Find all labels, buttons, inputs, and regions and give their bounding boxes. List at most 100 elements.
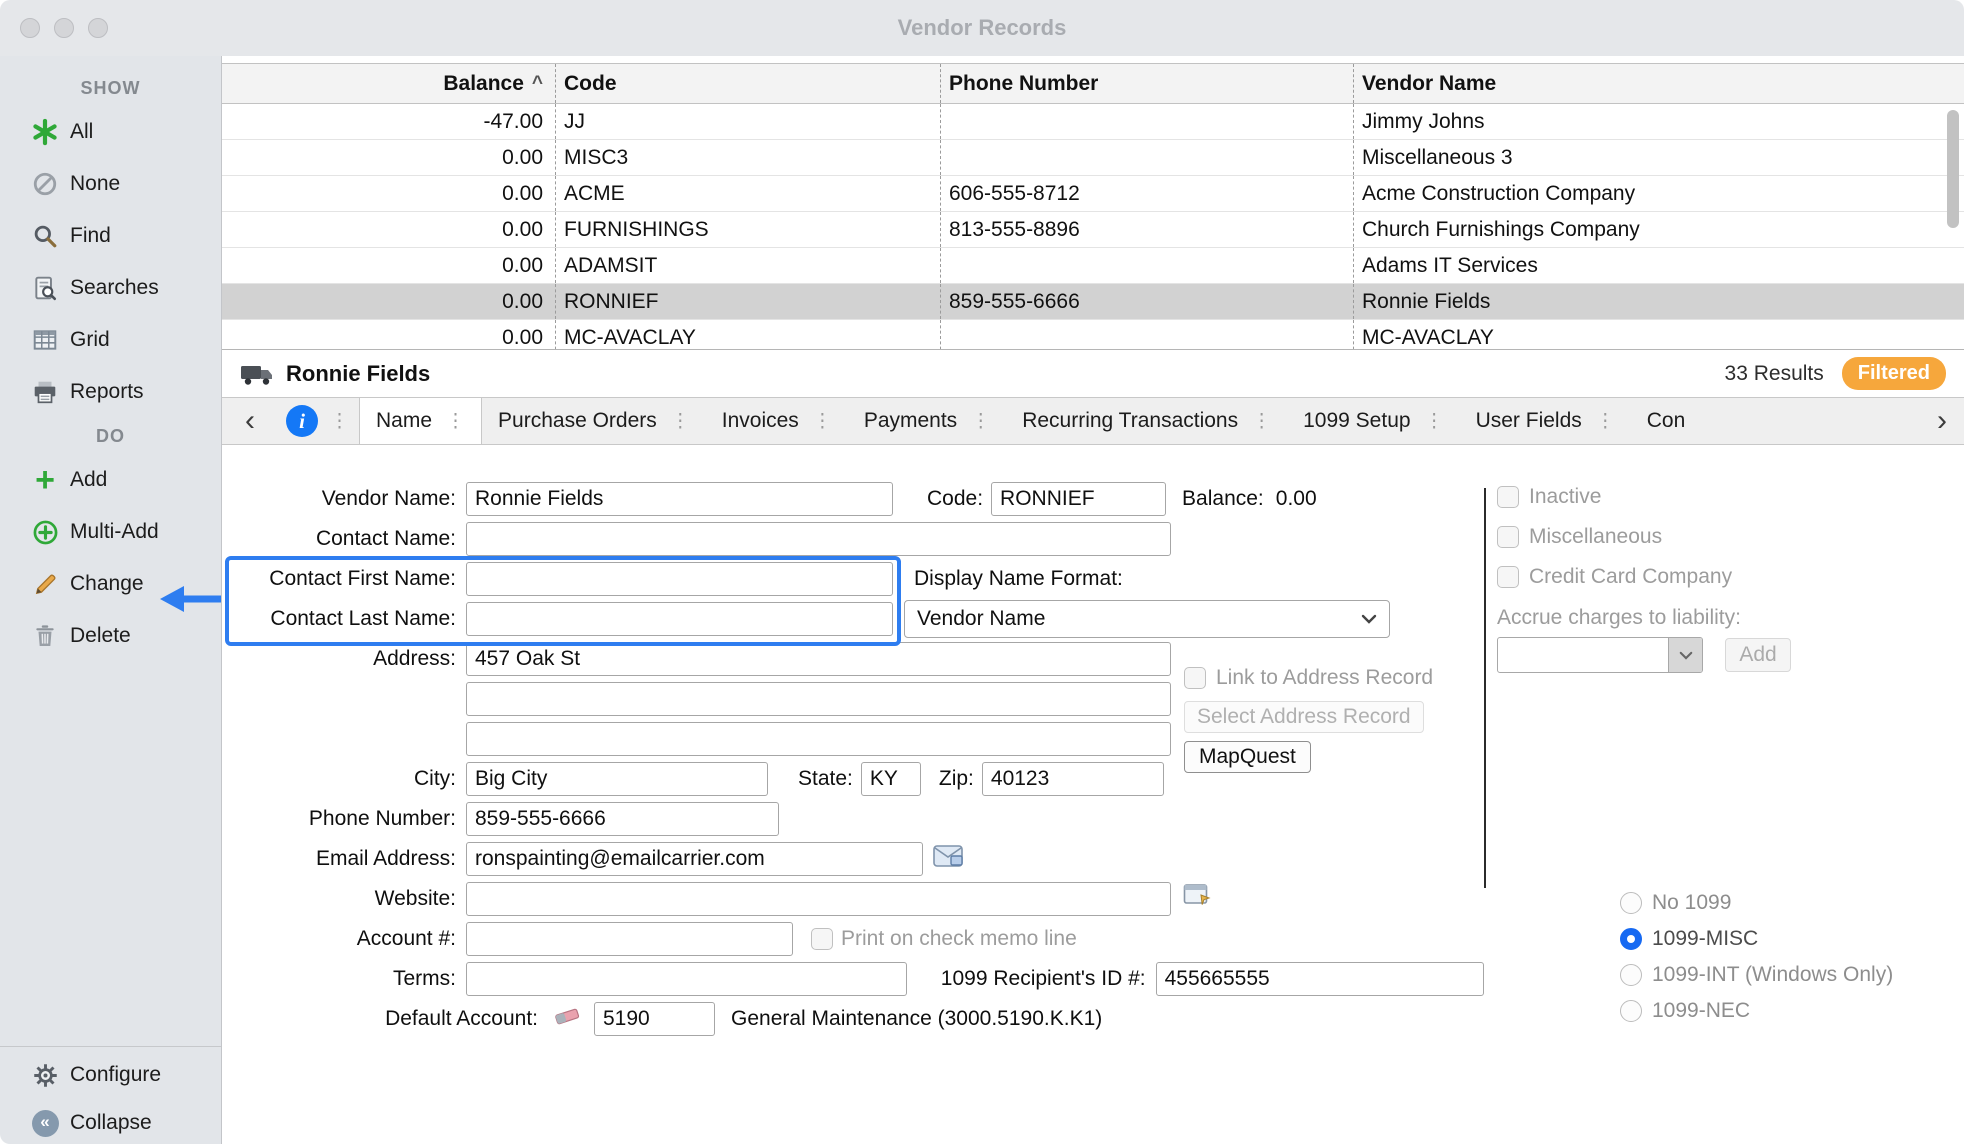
form-1099-options: No 1099 1099-MISC 1099-INT (Windows Only…: [1620, 885, 1893, 1029]
city-input[interactable]: [466, 762, 768, 796]
account-number-input[interactable]: [466, 922, 793, 956]
pencil-icon: [28, 568, 62, 600]
credit-card-company-checkbox[interactable]: [1497, 566, 1519, 588]
sidebar-item-label: Multi-Add: [70, 520, 159, 544]
tab-user-fields[interactable]: User Fields ⋮: [1460, 398, 1631, 444]
tab-label: Payments: [864, 409, 957, 433]
tab-info[interactable]: i ⋮: [272, 398, 359, 444]
no-1099-radio[interactable]: [1620, 892, 1642, 914]
default-account-input[interactable]: [594, 1002, 715, 1036]
open-website-icon[interactable]: [1183, 883, 1213, 915]
mapquest-button[interactable]: MapQuest: [1184, 741, 1311, 773]
column-header-label: Code: [564, 72, 617, 96]
recipient-id-input[interactable]: [1156, 962, 1484, 996]
account-row: Account #: Print on check memo line: [222, 919, 1484, 959]
filtered-badge: Filtered: [1842, 357, 1946, 390]
tab-1099-setup[interactable]: 1099 Setup ⋮: [1287, 398, 1459, 444]
vendor-form: Vendor Name: Code: Balance: 0.00 Contact…: [222, 445, 1964, 1144]
cell-phone: [940, 320, 1353, 349]
table-row[interactable]: -47.00 JJ Jimmy Johns: [222, 104, 1964, 140]
tab-name[interactable]: Name ⋮: [359, 398, 482, 444]
table-row[interactable]: 0.00 MC-AVACLAY MC-AVACLAY: [222, 320, 1964, 349]
contact-last-name-row: Contact Last Name: Vendor Name: [222, 599, 1484, 639]
column-header-vendor[interactable]: Vendor Name: [1353, 64, 1964, 103]
tab-label: Recurring Transactions: [1022, 409, 1238, 433]
print-memo-checkbox[interactable]: [811, 928, 833, 950]
sidebar-item-label: All: [70, 120, 93, 144]
code-input[interactable]: [991, 482, 1166, 516]
zip-input[interactable]: [982, 762, 1164, 796]
website-row: Website:: [222, 879, 1484, 919]
1099-nec-radio[interactable]: [1620, 1000, 1642, 1022]
sidebar-item-multi-add[interactable]: Multi-Add: [0, 506, 221, 558]
sidebar-item-grid[interactable]: Grid: [0, 314, 221, 366]
cell-balance: 0.00: [222, 176, 555, 211]
column-header-code[interactable]: Code: [555, 64, 940, 103]
table-row[interactable]: 0.00 MISC3 Miscellaneous 3: [222, 140, 1964, 176]
table-row[interactable]: 0.00 ADAMSIT Adams IT Services: [222, 248, 1964, 284]
sidebar-item-find[interactable]: Find: [0, 210, 221, 262]
sidebar-item-collapse[interactable]: « Collapse: [0, 1099, 221, 1144]
select-address-record-button[interactable]: Select Address Record: [1184, 701, 1424, 733]
tab-contacts-truncated[interactable]: Con: [1631, 398, 1715, 444]
terms-row: Terms: 1099 Recipient's ID #:: [222, 959, 1484, 999]
table-row-selected[interactable]: 0.00 RONNIEF 859-555-6666 Ronnie Fields: [222, 284, 1964, 320]
eraser-icon[interactable]: [552, 1005, 582, 1033]
accrue-liability-dropdown[interactable]: [1497, 637, 1703, 673]
miscellaneous-checkbox[interactable]: [1497, 526, 1519, 548]
terms-input[interactable]: [466, 962, 907, 996]
accrue-add-button[interactable]: Add: [1725, 638, 1791, 672]
table-scrollbar[interactable]: [1947, 110, 1959, 228]
tabs-scroll-left-button[interactable]: ‹: [228, 398, 272, 444]
inactive-label: Inactive: [1529, 485, 1601, 509]
state-input[interactable]: [861, 762, 921, 796]
column-header-balance[interactable]: Balance ^: [222, 64, 555, 103]
tabs-scroll-right-button[interactable]: ›: [1920, 398, 1964, 444]
sidebar-item-change[interactable]: Change: [0, 558, 221, 610]
contact-name-input[interactable]: [466, 522, 1171, 556]
accrue-liability-value: [1498, 638, 1668, 672]
phone-label: Phone Number:: [222, 807, 466, 831]
sidebar-item-searches[interactable]: Searches: [0, 262, 221, 314]
contact-last-name-input[interactable]: [466, 602, 893, 636]
default-account-description: General Maintenance (3000.5190.K.K1): [731, 1007, 1102, 1031]
1099-int-radio[interactable]: [1620, 964, 1642, 986]
contact-last-name-label: Contact Last Name:: [222, 607, 466, 631]
tab-invoices[interactable]: Invoices ⋮: [706, 398, 848, 444]
minimize-button[interactable]: [54, 18, 74, 38]
phone-input[interactable]: [466, 802, 779, 836]
email-input[interactable]: [466, 842, 923, 876]
vendor-name-input[interactable]: [466, 482, 893, 516]
1099-misc-radio[interactable]: [1620, 928, 1642, 950]
address-line3-input[interactable]: [466, 722, 1171, 756]
address-record-cluster: Link to Address Record Select Address Re…: [1184, 663, 1514, 773]
close-button[interactable]: [20, 18, 40, 38]
zoom-button[interactable]: [88, 18, 108, 38]
account-number-label: Account #:: [222, 927, 466, 951]
tab-payments[interactable]: Payments ⋮: [848, 398, 1006, 444]
display-name-format-dropdown[interactable]: Vendor Name: [904, 600, 1390, 638]
table-row[interactable]: 0.00 FURNISHINGS 813-555-8896 Church Fur…: [222, 212, 1964, 248]
cell-vendor: MC-AVACLAY: [1353, 320, 1964, 349]
sidebar-item-all[interactable]: All: [0, 106, 221, 158]
sidebar-item-delete[interactable]: Delete: [0, 610, 221, 662]
sidebar-item-none[interactable]: None: [0, 158, 221, 210]
contact-name-label: Contact Name:: [222, 527, 466, 551]
sidebar-item-add[interactable]: + Add: [0, 454, 221, 506]
table-row[interactable]: 0.00 ACME 606-555-8712 Acme Construction…: [222, 176, 1964, 212]
website-input[interactable]: [466, 882, 1171, 916]
send-email-icon[interactable]: [933, 844, 963, 874]
column-header-phone[interactable]: Phone Number: [940, 64, 1353, 103]
inactive-checkbox[interactable]: [1497, 486, 1519, 508]
address-line1-input[interactable]: [466, 642, 1171, 676]
sidebar-item-configure[interactable]: Configure: [0, 1051, 221, 1099]
tab-purchase-orders[interactable]: Purchase Orders ⋮: [482, 398, 706, 444]
link-address-checkbox[interactable]: [1184, 667, 1206, 689]
tab-recurring-transactions[interactable]: Recurring Transactions ⋮: [1006, 398, 1287, 444]
contact-first-name-input[interactable]: [466, 562, 893, 596]
address-line2-input[interactable]: [466, 682, 1171, 716]
chevron-down-icon: [1361, 614, 1377, 624]
sidebar-item-reports[interactable]: Reports: [0, 366, 221, 418]
vendor-name-row: Vendor Name: Code: Balance: 0.00: [222, 479, 1484, 519]
sidebar: SHOW All None Find Searches: [0, 56, 222, 1144]
